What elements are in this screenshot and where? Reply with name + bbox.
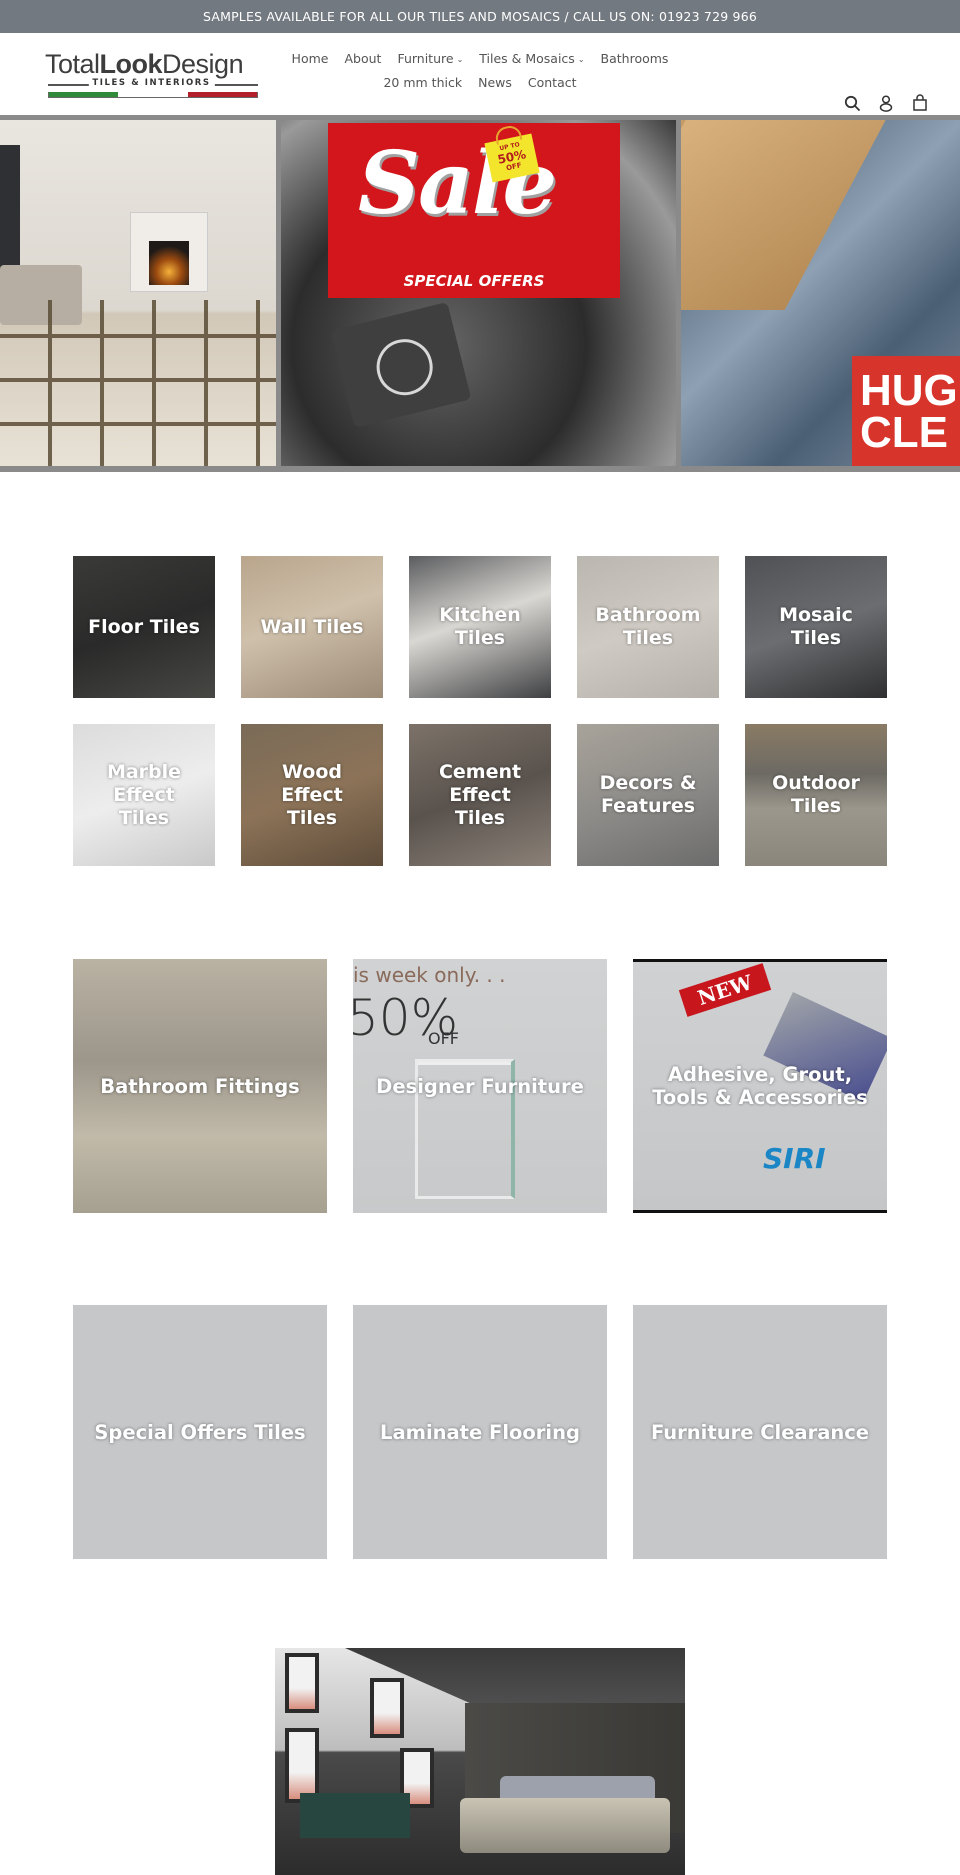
italian-flag-stripe: [48, 92, 258, 98]
nav-item-home[interactable]: Home: [284, 47, 337, 71]
cart-icon[interactable]: [910, 93, 930, 113]
category-label: Mosaic Tiles: [779, 604, 853, 649]
logo-word-design: Design: [162, 49, 244, 79]
category-label: Bathroom Fittings: [100, 1074, 300, 1098]
flag-green: [49, 92, 119, 97]
flag-white: [118, 92, 188, 97]
nav-item-label: Tiles & Mosaics: [479, 51, 575, 66]
category-tile-floor-tiles[interactable]: Floor Tiles: [73, 556, 215, 698]
category-label: Adhesive, Grout, Tools & Accessories: [652, 1063, 868, 1109]
nav-item-label: About: [344, 51, 382, 66]
category-tile-decors-features[interactable]: Decors & Features: [577, 724, 719, 866]
category-label: Cement Effect Tiles: [438, 760, 522, 829]
feature-tile-designer-furniture[interactable]: Designer Furniture is week only. . . 50% OF…: [353, 959, 607, 1213]
clearance-line-2: CLE: [860, 408, 948, 457]
category-label: Laminate Flooring: [380, 1420, 580, 1444]
feature-tile-bathroom-fittings[interactable]: Bathroom Fittings: [73, 959, 327, 1213]
hero-bench: [681, 120, 891, 310]
furniture-promo-text: is week only. . .: [353, 963, 506, 987]
category-tile-wall-tiles[interactable]: Wall Tiles: [241, 556, 383, 698]
category-tile-wood-effect-tiles[interactable]: Wood Effect Tiles: [241, 724, 383, 866]
tile-category-grid: Floor Tiles Wall Tiles Kitchen Tiles Bathro…: [73, 556, 887, 866]
image-window: [285, 1653, 319, 1713]
nav-item-label: Furniture: [397, 51, 454, 66]
promo-tile-laminate-flooring[interactable]: Laminate Flooring: [353, 1305, 607, 1559]
feature-tile-adhesive-grout-tools-accessories[interactable]: SIRI NEW Adhesive, Grout, Tools & Accessor…: [633, 959, 887, 1213]
nav-item-bathrooms[interactable]: Bathrooms: [593, 47, 677, 71]
announcement-bar: SAMPLES AVAILABLE FOR ALL OUR TILES AND …: [0, 0, 960, 33]
image-window: [370, 1678, 404, 1738]
category-tile-mosaic-tiles[interactable]: Mosaic Tiles: [745, 556, 887, 698]
furniture-promo-off: OFF: [428, 1029, 459, 1048]
account-icon[interactable]: [876, 93, 896, 113]
chevron-down-icon: ⌄: [577, 55, 585, 64]
nav-row-1: Home About Furniture ⌄ Tiles & Mosaics ⌄ Bathr…: [280, 47, 680, 71]
category-tile-kitchen-tiles[interactable]: Kitchen Tiles: [409, 556, 551, 698]
category-label: Decors & Features: [599, 772, 697, 817]
header-icons: [842, 93, 930, 113]
hero-panel-living-room[interactable]: [0, 120, 276, 466]
hero-panel-clearance[interactable]: HUG CLE: [681, 120, 960, 466]
image-bed: [460, 1798, 670, 1853]
category-tile-marble-effect-tiles[interactable]: Marble Effect Tiles: [73, 724, 215, 866]
logo[interactable]: TotalLookDesign TILES & INTERIORS: [45, 49, 258, 101]
site-header: TotalLookDesign TILES & INTERIORS Home Ab…: [0, 33, 960, 115]
logo-wordmark: TotalLookDesign: [45, 49, 258, 79]
clearance-line-1: HUG: [860, 366, 958, 415]
nav-item-label: News: [478, 75, 512, 90]
main-nav: Home About Furniture ⌄ Tiles & Mosaics ⌄ Bathr…: [280, 47, 680, 94]
logo-word-look: Look: [99, 49, 163, 79]
category-label: Floor Tiles: [88, 615, 200, 638]
category-label: Kitchen Tiles: [439, 604, 521, 649]
hero-fireplace: [130, 212, 208, 292]
announcement-text: SAMPLES AVAILABLE FOR ALL OUR TILES AND …: [202, 9, 758, 24]
new-ribbon: NEW: [678, 963, 772, 1017]
nav-item-label: Home: [291, 51, 329, 66]
category-label: Wood Effect Tiles: [281, 760, 343, 829]
category-label: Wall Tiles: [260, 615, 364, 638]
nav-item-label: 20 mm thick: [383, 75, 463, 90]
category-label: Marble Effect Tiles: [106, 760, 182, 829]
category-label: Outdoor Tiles: [772, 772, 860, 817]
category-label: Special Offers Tiles: [94, 1420, 306, 1444]
category-label: Designer Furniture: [376, 1074, 584, 1098]
nav-item-news[interactable]: News: [470, 71, 520, 94]
image-window: [285, 1728, 319, 1803]
featured-bedroom-image[interactable]: [275, 1648, 685, 1875]
clearance-badge: HUG CLE: [852, 356, 960, 466]
category-tile-cement-effect-tiles[interactable]: Cement Effect Tiles: [409, 724, 551, 866]
feature-category-grid: Bathroom Fittings Designer Furniture is we…: [73, 959, 887, 1213]
hero-banner[interactable]: Sale UP TO 50% OFF SPECIAL OFFERS HUG CL…: [0, 115, 960, 472]
search-icon[interactable]: [842, 93, 862, 113]
promo-tile-special-offers-tiles[interactable]: Special Offers Tiles: [73, 1305, 327, 1559]
category-tile-bathroom-tiles[interactable]: Bathroom Tiles: [577, 556, 719, 698]
hero-floor-tiles: [0, 300, 276, 466]
nav-item-contact[interactable]: Contact: [520, 71, 585, 94]
nav-item-furniture[interactable]: Furniture ⌄: [389, 47, 471, 71]
nav-item-tiles-mosaics[interactable]: Tiles & Mosaics ⌄: [471, 47, 592, 71]
flag-red: [187, 92, 257, 97]
logo-word-total: Total: [45, 49, 100, 79]
category-label: Bathroom Tiles: [595, 604, 701, 649]
chevron-down-icon: ⌄: [456, 55, 464, 64]
logo-tagline: TILES & INTERIORS: [88, 78, 215, 88]
nav-item-label: Contact: [527, 75, 577, 90]
sale-subtitle: SPECIAL OFFERS: [403, 272, 545, 290]
nav-item-about[interactable]: About: [336, 47, 389, 71]
image-cabinet: [300, 1793, 410, 1838]
nav-item-20-mm-thick[interactable]: 20 mm thick: [375, 71, 470, 94]
category-tile-outdoor-tiles[interactable]: Outdoor Tiles: [745, 724, 887, 866]
promo-category-grid: Special Offers Tiles Laminate Flooring Fur…: [73, 1305, 887, 1559]
sale-banner: Sale UP TO 50% OFF SPECIAL OFFERS: [328, 123, 620, 298]
logo-tagline-row: TILES & INTERIORS: [45, 78, 258, 92]
category-label: Furniture Clearance: [650, 1420, 870, 1444]
hero-panel-sale[interactable]: Sale UP TO 50% OFF SPECIAL OFFERS: [281, 120, 676, 466]
siri-brand-logo: SIRI: [763, 1142, 826, 1175]
hero-window: [0, 145, 20, 275]
nav-row-2: 20 mm thick News Contact: [280, 71, 680, 94]
nav-item-label: Bathrooms: [600, 51, 669, 66]
promo-tile-furniture-clearance[interactable]: Furniture Clearance: [633, 1305, 887, 1559]
hero-mosaic-emblem: [330, 301, 472, 429]
